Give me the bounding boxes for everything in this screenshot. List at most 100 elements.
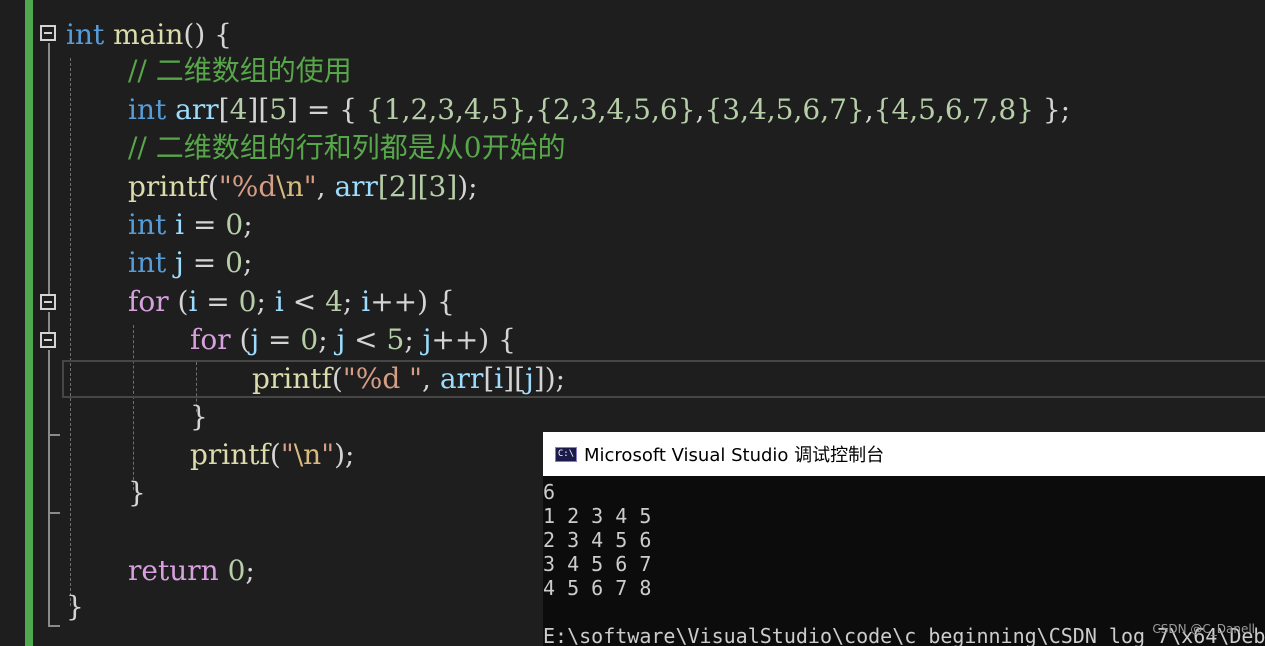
punct: ; xyxy=(318,323,337,356)
fold-guide-main xyxy=(48,43,50,294)
watermark: CSDN @C_Danell xyxy=(1152,622,1255,636)
string-quote: " xyxy=(303,170,317,203)
code-line-close-main[interactable]: } xyxy=(66,588,84,626)
console-output-line: 1 2 3 4 5 xyxy=(543,504,652,528)
keyword: return xyxy=(128,554,219,587)
keyword: for xyxy=(190,323,231,356)
variable: i xyxy=(361,285,371,318)
code-line-for-inner[interactable]: for (j = 0; j < 5; j++) { xyxy=(190,321,516,359)
current-line-highlight xyxy=(62,360,1265,398)
variable: arr xyxy=(175,93,219,126)
statement-end: ; xyxy=(242,246,253,279)
bracket: ][ xyxy=(503,362,526,395)
assign: = { xyxy=(298,93,366,126)
code-line-close-inner[interactable]: } xyxy=(190,398,208,436)
parens: () xyxy=(183,18,206,51)
escape-sequence: \n xyxy=(276,170,304,203)
code-line-close-outer[interactable]: } xyxy=(128,474,146,512)
variable: j xyxy=(175,246,184,279)
code-line-printf-2[interactable]: printf("%d ", arr[i][j]); xyxy=(252,360,565,398)
console-app-icon: C:\ xyxy=(555,446,577,462)
code-line-decl-j[interactable]: int j = 0; xyxy=(128,244,252,282)
collapse-outer-for-icon[interactable] xyxy=(40,294,56,310)
punct: ++) { xyxy=(431,323,516,356)
console-titlebar[interactable]: C:\ Microsoft Visual Studio 调试控制台 xyxy=(543,432,1265,476)
bracket: ] xyxy=(287,93,299,126)
punct: ++) { xyxy=(370,285,455,318)
console-output-line: 4 5 6 7 8 xyxy=(543,576,652,600)
variable: i xyxy=(274,285,284,318)
console-output[interactable]: 61 2 3 4 52 3 4 5 63 4 5 6 74 5 6 7 8 E:\… xyxy=(543,476,1265,646)
string-quote: " xyxy=(321,438,335,471)
code-line-decl-i[interactable]: int i = 0; xyxy=(128,206,253,244)
punct: = xyxy=(197,285,239,318)
console-title: Microsoft Visual Studio 调试控制台 xyxy=(584,445,885,466)
number: 0 xyxy=(225,246,243,279)
indent-guide-2 xyxy=(133,325,134,490)
keyword: for xyxy=(128,285,169,318)
punct: ; xyxy=(342,285,362,318)
init-row: {4,5,6,7,8} xyxy=(873,93,1034,126)
comma: , xyxy=(526,93,536,126)
number: 5 xyxy=(269,93,288,126)
number: 4 xyxy=(325,285,343,318)
console-output-line: 3 4 5 6 7 xyxy=(543,552,652,576)
code-line-comment-1[interactable]: // 二维数组的使用 xyxy=(128,52,352,90)
code-line-array-decl[interactable]: int arr[4][5] = { {1,2,3,4,5},{2,3,4,5,6… xyxy=(128,91,1070,129)
init-row: {3,4,5,6,7} xyxy=(704,93,865,126)
variable: j xyxy=(525,362,534,395)
init-row: {1,2,3,4,5} xyxy=(366,93,527,126)
index: [2][3] xyxy=(377,170,458,203)
number: 0 xyxy=(227,554,246,587)
variable: j xyxy=(250,323,260,356)
keyword: int xyxy=(128,246,167,279)
paren: ( xyxy=(269,438,281,471)
punct: ( xyxy=(230,323,251,356)
function-name: printf xyxy=(128,170,208,203)
bracket: [ xyxy=(483,362,495,395)
code-line-printf-1[interactable]: printf("%d\n", arr[2][3]); xyxy=(128,168,478,206)
brace: { xyxy=(214,18,232,51)
statement-end: ); xyxy=(544,362,566,395)
function-name: main xyxy=(113,18,184,51)
code-line-comment-2[interactable]: // 二维数组的行和列都是从0开始的 xyxy=(128,129,566,167)
escape-sequence: \n xyxy=(293,438,322,471)
code-line-main[interactable]: int main() { xyxy=(66,16,232,54)
fold-end-main xyxy=(48,625,60,627)
init-row: {2,3,4,5,6} xyxy=(535,93,696,126)
indent-guide-1 xyxy=(70,58,71,606)
variable: i xyxy=(494,362,504,395)
number: 5 xyxy=(386,323,405,356)
number: 4 xyxy=(229,93,248,126)
comma: , xyxy=(316,170,335,203)
code-line-for-outer[interactable]: for (i = 0; i < 4; i++) { xyxy=(128,283,455,321)
string-literal: "%d " xyxy=(342,362,423,395)
comma: , xyxy=(864,93,874,126)
punct: ; xyxy=(404,323,423,356)
assign: = xyxy=(183,246,226,279)
debug-console-window[interactable]: C:\ Microsoft Visual Studio 调试控制台 61 2 3… xyxy=(543,432,1265,646)
statement-end: ); xyxy=(457,170,478,203)
collapse-main-icon[interactable] xyxy=(40,25,56,41)
fold-guide-outer-rest xyxy=(48,436,50,513)
punct: < xyxy=(283,285,326,318)
fold-guide-inner xyxy=(48,350,50,435)
punct: = xyxy=(259,323,301,356)
variable: arr xyxy=(334,170,378,203)
code-line-printf-3[interactable]: printf("\n"); xyxy=(190,436,354,474)
statement-end: ; xyxy=(245,554,255,587)
statement-end: ); xyxy=(334,438,355,471)
number: 0 xyxy=(238,285,257,318)
string-quote: " xyxy=(218,170,232,203)
code-line-return[interactable]: return 0; xyxy=(128,552,255,590)
change-indicator-bar xyxy=(25,0,33,646)
keyword: int xyxy=(128,93,167,126)
keyword: int xyxy=(66,18,105,51)
collapse-inner-for-icon[interactable] xyxy=(40,332,56,348)
punct: ; xyxy=(256,285,275,318)
keyword: int xyxy=(128,208,167,241)
statement-end: }; xyxy=(1033,93,1071,126)
bracket: ][ xyxy=(247,93,270,126)
number: 0 xyxy=(300,323,319,356)
